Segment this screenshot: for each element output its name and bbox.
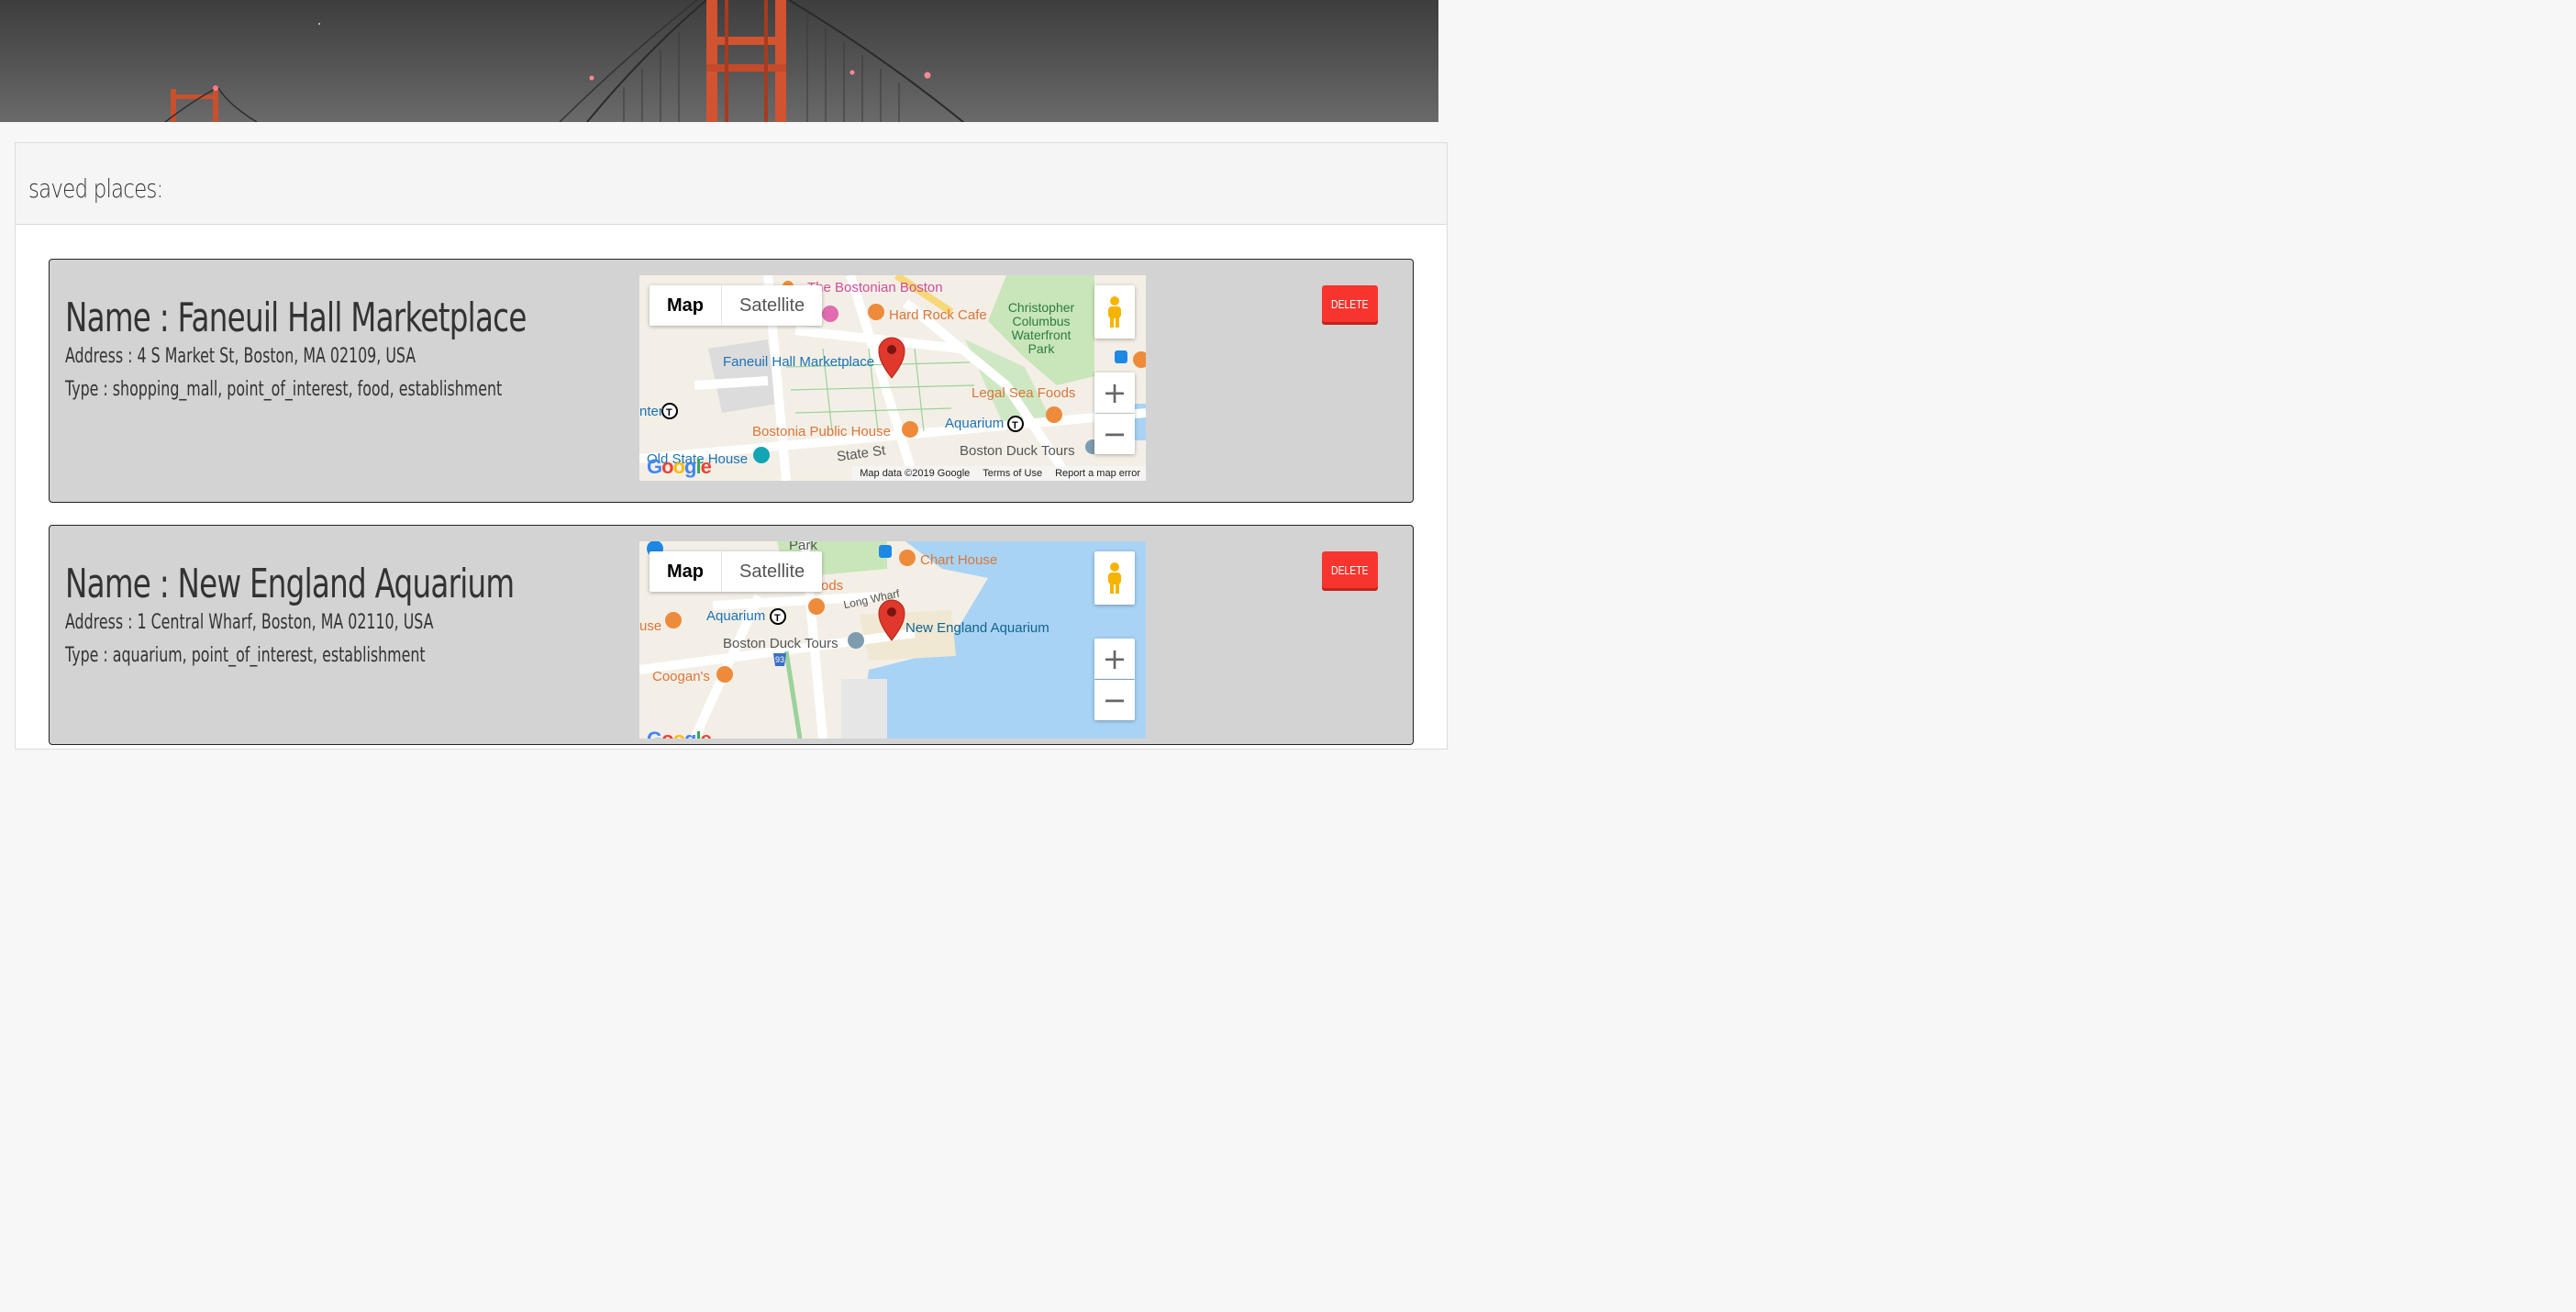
terms-link[interactable]: Terms of Use — [983, 468, 1042, 479]
google-logo: Google — [647, 455, 712, 478]
pegman-icon-shape — [1108, 296, 1121, 328]
zoom-out-icon[interactable]: − — [1094, 414, 1135, 454]
map-type-map-button[interactable]: Map — [650, 551, 722, 592]
zoom-in-icon[interactable]: + — [1094, 372, 1135, 413]
map-label: New England Aquarium — [905, 620, 1049, 636]
report-error-link[interactable]: Report a map error — [1055, 468, 1140, 479]
map-attribution: Map data ©2019 Google Terms of Use Repor… — [852, 466, 1146, 481]
place-address: Address : 1 Central Wharf, Boston, MA 02… — [65, 611, 434, 634]
map-label: Chart House — [920, 552, 998, 568]
map-label: Legal Sea Foods — [972, 385, 1076, 401]
zoom-out-icon[interactable]: − — [1094, 680, 1135, 720]
delete-button[interactable]: DELETE — [1322, 551, 1378, 588]
map-data-text: Map data ©2019 Google — [860, 468, 971, 479]
svg-text:T: T — [666, 407, 672, 418]
place-map[interactable]: T T The Bostonian Boston Hard Rock Cafe … — [639, 275, 1146, 481]
map-label: Aquarium — [945, 416, 1005, 431]
delete-label: DELETE — [1331, 562, 1369, 577]
delete-label: DELETE — [1331, 296, 1369, 311]
place-type: Type : shopping_mall, point_of_interest,… — [65, 378, 503, 401]
map-label: Coogan's — [652, 669, 710, 684]
map-type-satellite-button[interactable]: Satellite — [722, 285, 822, 326]
panel-title: saved places: — [28, 173, 163, 204]
pegman-icon[interactable] — [1094, 285, 1135, 339]
map-label: Christopher Columbus Waterfront Park — [1007, 300, 1075, 356]
svg-text:T: T — [774, 613, 781, 624]
place-name: Name : New England Aquarium — [65, 561, 515, 607]
place-type: Type : aquarium, point_of_interest, esta… — [65, 644, 426, 667]
map-type-map-button[interactable]: Map — [650, 285, 722, 326]
google-logo: Google — [647, 728, 712, 739]
place-card: Name : Faneuil Hall Marketplace Address … — [49, 259, 1414, 503]
map-label: Bostonia Public House — [752, 424, 891, 439]
pegman-icon[interactable] — [1094, 551, 1135, 605]
bridge-illustration — [164, 0, 964, 122]
delete-button[interactable]: DELETE — [1322, 285, 1378, 322]
place-address: Address : 4 S Market St, Boston, MA 0210… — [65, 345, 416, 368]
map-label: Boston Duck Tours — [960, 443, 1075, 459]
pegman-icon-shape — [1108, 562, 1121, 594]
place-map[interactable]: T Park Chart House ods Long Wharf Aquari… — [639, 541, 1146, 739]
map-type-control: Map Satellite — [650, 285, 823, 326]
hero-banner — [0, 0, 1438, 122]
map-type-satellite-button[interactable]: Satellite — [722, 551, 822, 592]
map-label: use — [639, 618, 662, 634]
panel-header: saved places: — [16, 143, 1447, 225]
zoom-in-icon[interactable]: + — [1094, 639, 1135, 679]
map-label: ods — [821, 578, 844, 594]
map-type-control: Map Satellite — [650, 551, 823, 592]
place-name: Name : Faneuil Hall Marketplace — [65, 295, 527, 341]
map-label: Faneuil Hall Marketplace — [723, 354, 875, 370]
map-label: The Bostonian Boston — [807, 280, 943, 295]
route-shield: 93 — [775, 655, 785, 664]
map-label: nter — [639, 404, 663, 419]
map-label: Boston Duck Tours — [723, 636, 838, 651]
place-card: Name : New England Aquarium Address : 1 … — [49, 525, 1414, 745]
map-label: Hard Rock Cafe — [889, 307, 987, 323]
map-label: Aquarium — [706, 608, 766, 624]
svg-text:T: T — [1012, 420, 1018, 431]
